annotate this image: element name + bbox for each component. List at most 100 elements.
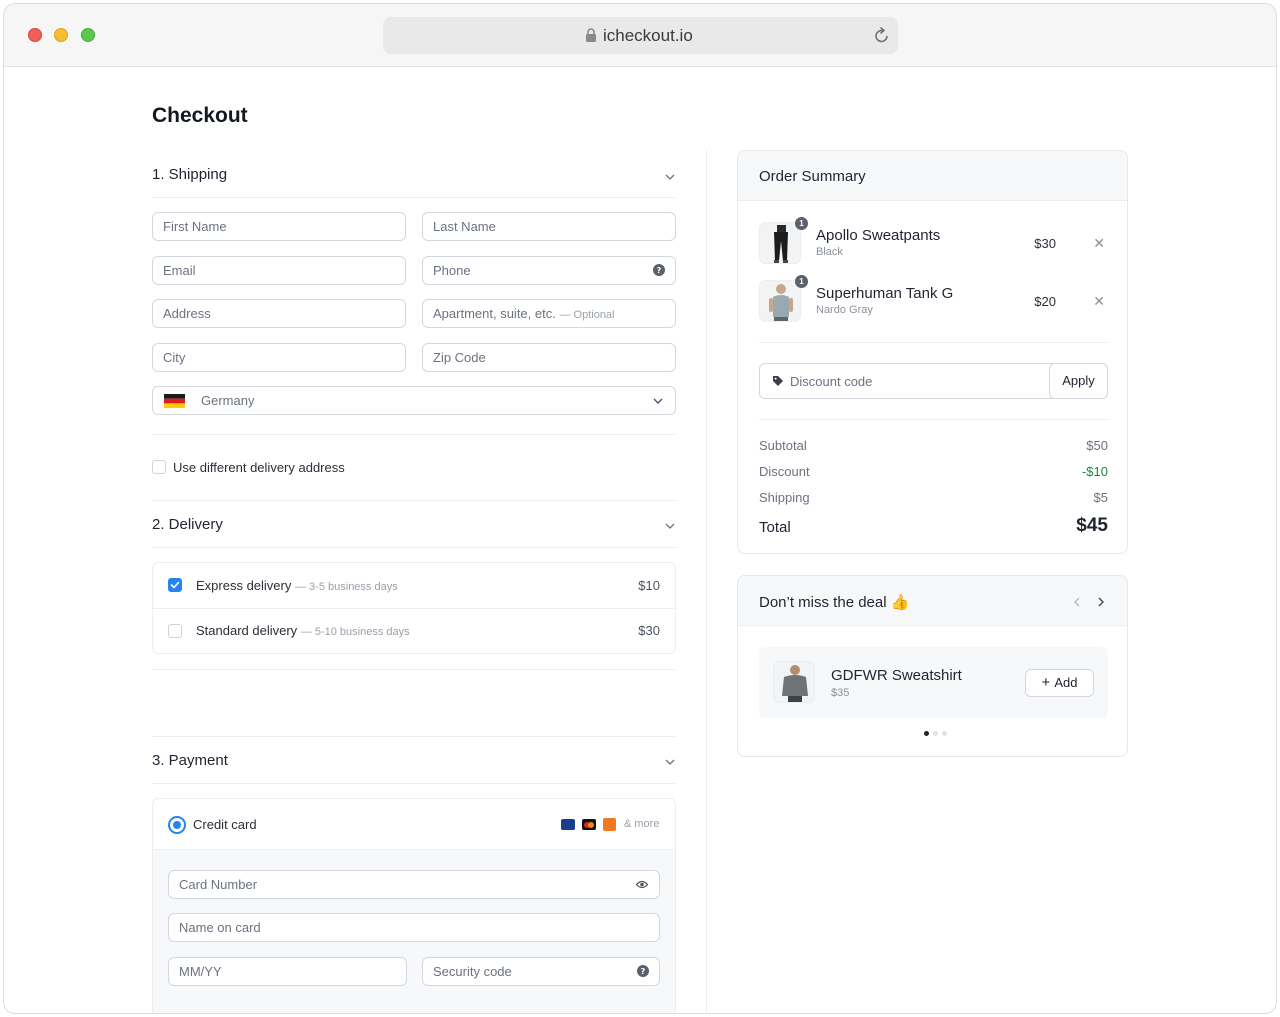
standard-delivery-label: Standard delivery — 5-10 business days [196,623,410,638]
last-name-field[interactable]: Last Name [422,212,676,241]
chevron-left-icon[interactable] [1074,597,1080,607]
visa-icon [561,819,575,830]
sweatshirt-image [773,661,815,703]
deal-product-name: GDFWR Sweatshirt [831,667,962,684]
name-on-card-field[interactable]: Name on card [168,913,660,942]
security-code-field[interactable]: Security code ? [422,957,660,986]
city-field[interactable]: City [152,343,406,372]
order-summary-panel: Order Summary 1 Apollo Sweatpants Black … [737,150,1128,554]
eye-icon[interactable] [636,880,648,889]
carousel-dot[interactable] [924,731,929,736]
payment-section-title[interactable]: 3. Payment [152,752,228,769]
divider [759,419,1108,420]
deal-header: Don’t miss the deal 👍 [738,576,1127,626]
discount-row: Discount -$10 [759,464,1108,479]
discover-icon [603,818,616,831]
apartment-placeholder: Apartment, suite, etc. — Optional [433,306,615,321]
payment-chevron-down-icon[interactable] [665,759,675,765]
total-row: Total $45 [759,515,1108,536]
item-variant: Black [816,246,843,258]
credit-card-radio[interactable] [168,816,186,834]
add-label: Add [1054,675,1078,690]
card-form: Card Number Name on card MM/YY Security … [153,849,675,1013]
chevron-right-icon[interactable] [1098,597,1104,607]
discount-code-placeholder: Discount code [790,374,873,389]
tag-icon [773,376,783,386]
germany-flag-icon [164,394,185,408]
card-number-field[interactable]: Card Number [168,870,660,899]
deal-panel: Don’t miss the deal 👍 GDFWR Sweatshirt $… [737,575,1128,757]
item-name: Apollo Sweatpants [816,227,941,244]
express-delivery-name: Express delivery [196,578,292,593]
lock-icon [586,28,596,42]
shipping-value: $5 [1093,490,1108,505]
help-icon[interactable]: ? [637,965,649,977]
express-delivery-label: Express delivery — 3-5 business days [196,578,398,593]
minimize-window-button[interactable] [54,28,68,42]
subtotal-label: Subtotal [759,438,807,453]
deal-title: Don’t miss the deal 👍 [759,594,910,611]
page-title: Checkout [152,104,248,127]
apollo-sweatpants-image [759,222,801,264]
apply-discount-button[interactable]: Apply [1049,363,1108,399]
name-on-card-placeholder: Name on card [179,920,261,935]
page-content: Checkout 1. Shipping First Name Last Nam… [4,68,1276,1013]
item-price: $20 [1034,294,1056,309]
apartment-placeholder-text: Apartment, suite, etc. [433,306,556,321]
total-value: $45 [1076,515,1108,536]
carousel-dot[interactable] [933,731,938,736]
security-code-placeholder: Security code [433,964,512,979]
add-deal-button[interactable]: + Add [1025,669,1094,697]
divider [152,736,676,737]
address-bar[interactable]: icheckout.io [383,17,898,54]
address-field[interactable]: Address [152,299,406,328]
divider [153,608,675,609]
maximize-window-button[interactable] [81,28,95,42]
different-delivery-checkbox[interactable] [152,460,166,474]
order-summary-title: Order Summary [759,168,866,185]
help-icon[interactable]: ? [653,264,665,276]
standard-delivery-checkbox[interactable] [168,624,182,638]
reload-icon[interactable] [874,27,890,44]
zip-code-placeholder: Zip Code [433,350,486,365]
first-name-field[interactable]: First Name [152,212,406,241]
express-delivery-price: $10 [638,578,660,593]
deal-product-card: GDFWR Sweatshirt $35 + Add [759,647,1108,718]
email-field[interactable]: Email [152,256,406,285]
delivery-section-title[interactable]: 2. Delivery [152,516,223,533]
shipping-section-title[interactable]: 1. Shipping [152,166,227,183]
zip-code-field[interactable]: Zip Code [422,343,676,372]
remove-item-icon[interactable]: ✕ [1093,235,1105,252]
divider [152,500,676,501]
sweatpants-icon [774,225,788,263]
browser-window: icheckout.io Checkout 1. Shipping First … [3,3,1277,1014]
remove-item-icon[interactable]: ✕ [1093,293,1105,310]
item-variant: Nardo Gray [816,304,873,316]
divider [759,342,1108,343]
subtotal-row: Subtotal $50 [759,438,1108,453]
carousel-dot[interactable] [942,731,947,736]
first-name-placeholder: First Name [163,219,227,234]
city-placeholder: City [163,350,186,365]
discount-code-field[interactable]: Discount code Apply [759,363,1108,399]
divider [152,783,676,784]
expiry-field[interactable]: MM/YY [168,957,407,986]
country-value: Germany [201,393,255,408]
item-price: $30 [1034,236,1056,251]
superhuman-tank-image [759,280,801,322]
discount-label: Discount [759,464,810,479]
delivery-chevron-down-icon[interactable] [665,523,675,529]
close-window-button[interactable] [28,28,42,42]
apartment-field[interactable]: Apartment, suite, etc. — Optional [422,299,676,328]
credit-card-label: Credit card [193,817,257,832]
quantity-badge: 1 [795,217,808,230]
address-placeholder: Address [163,306,211,321]
country-select[interactable]: Germany [152,386,676,415]
shipping-chevron-down-icon[interactable] [665,174,675,180]
express-delivery-checkbox[interactable] [168,578,182,592]
email-placeholder: Email [163,263,196,278]
phone-field[interactable]: Phone ? [422,256,676,285]
card-number-placeholder: Card Number [179,877,258,892]
discount-value: -$10 [1081,464,1108,479]
url-text: icheckout.io [603,26,693,45]
